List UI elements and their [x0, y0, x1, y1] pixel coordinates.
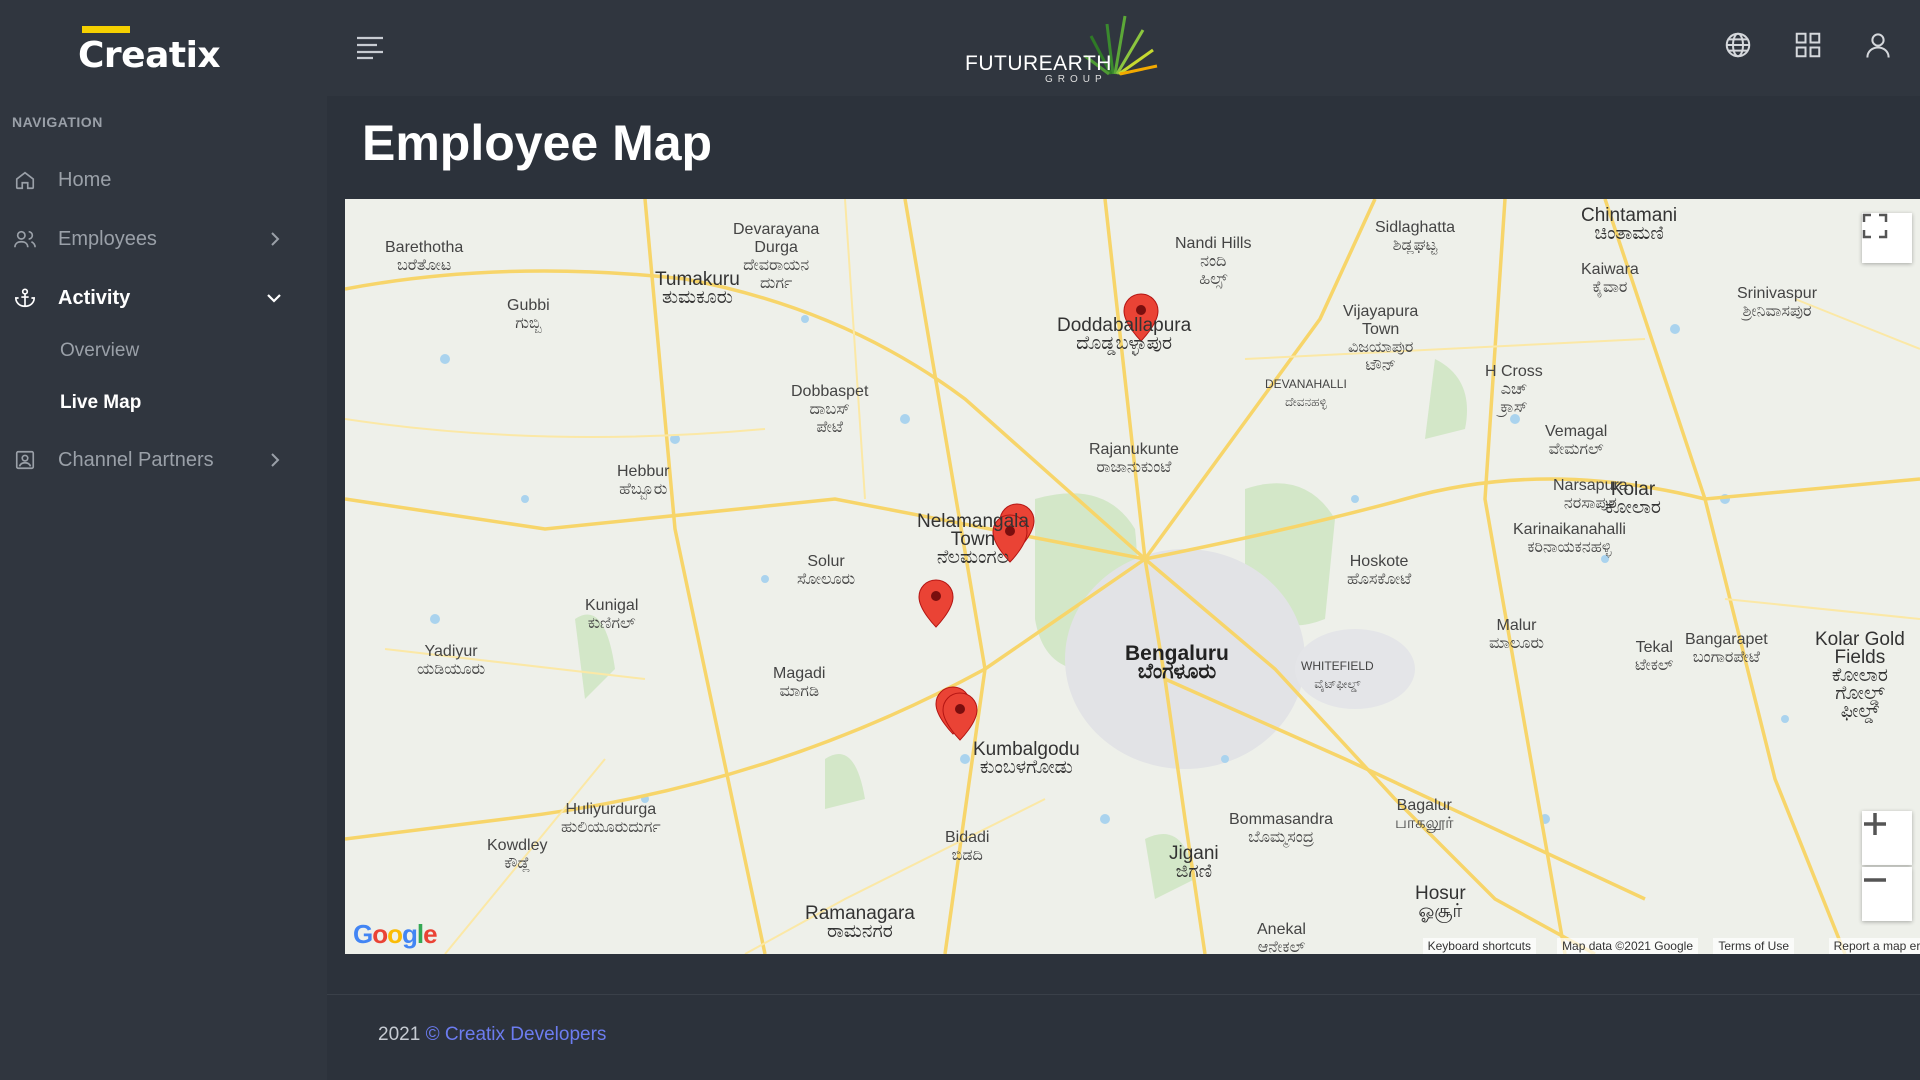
sidebar-item-label: Channel Partners	[58, 448, 214, 471]
footer: 2021 © Creatix Developers	[378, 1024, 606, 1046]
sidebar-item-label: Home	[58, 168, 112, 191]
footer-year: 2021	[378, 1024, 421, 1045]
zoom-out-button[interactable]	[1862, 867, 1912, 921]
employee-map[interactable]: Tumakuru ತುಮಕೂರು Doddaballapura ದೊಡ್ಡಬಳ್ಳಾ…	[345, 199, 1920, 954]
top-bar: FUTUREARTH GROUP	[327, 0, 1920, 96]
brand-name: FUTUREARTH	[965, 52, 1112, 75]
map-label: Nandi Hills ನಂದಿ ಹಿಲ್ಸ್	[1175, 235, 1252, 288]
map-label: Hoskote ಹೊಸಕೋಟೆ	[1347, 553, 1412, 588]
map-label: DEVANAHALLI ದೇವನಹಳ್ಳಿ	[1265, 377, 1347, 409]
app-logo-text: Creatix	[78, 35, 221, 76]
map-label: Magadi ಮಾಗಡಿ	[773, 665, 826, 700]
map-label: Yadiyur ಯಡಿಯೂರು	[417, 643, 486, 678]
nav-section-label: NAVIGATION	[12, 114, 103, 130]
map-label: Bangarapet ಬಂಗಾರಪೇಟೆ	[1685, 631, 1768, 666]
sidebar-item-label: Activity	[58, 286, 131, 309]
map-label: Sidlaghatta ಶಿಡ್ಲಘಟ್ಟ	[1375, 219, 1456, 254]
sidebar-subitem-live-map[interactable]: Live Map	[60, 392, 141, 414]
footer-credits-link[interactable]: © Creatix Developers	[426, 1024, 607, 1045]
map-label: Bidadi ಬಿಡದಿ	[945, 829, 990, 864]
map-label: Hebbur ಹೆಬ್ಬೂರು	[617, 463, 670, 498]
home-icon	[12, 167, 38, 193]
map-label: Ramanagara ರಾಮನಗರ	[805, 903, 915, 942]
terms-of-use-link[interactable]: Terms of Use	[1713, 938, 1794, 954]
map-label: Bagalur பாகலூர்	[1395, 797, 1454, 832]
map-label: Srinivaspur ಶ್ರೀನಿವಾಸಪುರ	[1737, 285, 1818, 320]
chevron-down-icon	[264, 287, 284, 315]
map-label: Jigani ಜಿಗಣಿ	[1169, 843, 1219, 882]
chevron-right-icon	[266, 228, 284, 256]
google-logo[interactable]: Google	[353, 919, 438, 950]
map-label: Vemagal ವೇಮಗಲ್	[1545, 423, 1608, 458]
chevron-right-icon	[266, 449, 284, 477]
brand-logo: FUTUREARTH GROUP	[965, 4, 1165, 86]
keyboard-shortcuts-link[interactable]: Keyboard shortcuts	[1422, 938, 1536, 954]
sidebar-item-employees[interactable]: Employees	[0, 214, 300, 264]
map-label: Tekal ಟೇಕಲ್	[1635, 639, 1674, 674]
map-label: Dobbaspet ದಾಬಸ್ ಪೇಟೆ	[791, 383, 869, 436]
globe-icon[interactable]	[1723, 30, 1753, 60]
anchor-icon	[12, 285, 38, 311]
map-label: Kaiwara ಕೈವಾರ	[1581, 261, 1639, 296]
map-label: Anekal ಆನೇಕಲ್	[1257, 921, 1306, 954]
menu-toggle-icon[interactable]	[355, 34, 385, 65]
brand-subtitle: GROUP	[1045, 74, 1107, 85]
map-label: Rajanukunte ರಾಜಾನುಕುಂಟೆ	[1089, 441, 1179, 476]
map-label: Kunigal ಕುಣಿಗಲ್	[585, 597, 639, 632]
map-label: Bommasandra ಬೊಮ್ಮಸಂದ್ರ	[1229, 811, 1334, 846]
map-label: H Cross ಎಚ್ ಕ್ರಾಸ್	[1485, 363, 1543, 416]
user-profile-icon[interactable]	[1863, 30, 1893, 60]
map-label: Malur ಮಾಲೂರು	[1489, 617, 1544, 652]
map-label: Narsapura ನರಸಾಪುರ	[1553, 477, 1628, 512]
map-label: Hosur ஓசூர்	[1415, 883, 1466, 922]
map-label: Kolar Gold Fields ಕೋಲಾರ ಗೋಲ್ಡ್ ಫೀಲ್ಡ್	[1815, 629, 1905, 722]
page-title: Employee Map	[362, 115, 713, 171]
map-label: Devarayana Durga ದೇವರಾಯನ ದುರ್ಗ	[733, 221, 820, 292]
map-label: Huliyurdurga ಹುಲಿಯೂರುದುರ್ಗ	[561, 801, 661, 836]
report-map-error-link[interactable]: Report a map error	[1828, 938, 1920, 954]
sidebar-item-channel-partners[interactable]: Channel Partners	[0, 435, 300, 485]
map-label: Gubbi ಗುಬ್ಬಿ	[507, 297, 550, 332]
map-label: Tumakuru ತುಮಕೂರು	[655, 269, 740, 308]
map-tiles	[345, 199, 1920, 954]
app-logo[interactable]: Creatix	[78, 26, 221, 76]
contact-card-icon	[12, 447, 38, 473]
sidebar-item-activity[interactable]: Activity	[0, 273, 300, 323]
users-icon	[12, 226, 38, 252]
sidebar: Creatix NAVIGATION Home Employees Activi…	[0, 0, 327, 1080]
map-label: Vijayapura Town ವಿಜಯಾಪುರ ಟೌನ್	[1343, 303, 1419, 374]
footer-divider	[327, 994, 1920, 995]
map-label: Nelamangala Town ನೆಲಮಂಗಲ	[917, 511, 1029, 568]
map-label: Kumbalgodu ಕುಂಬಳಗೋಡು	[973, 739, 1080, 778]
fullscreen-button[interactable]	[1862, 213, 1912, 263]
map-label: Chintamani ಚಿಂತಾಮಣಿ	[1581, 205, 1678, 244]
sidebar-subitem-overview[interactable]: Overview	[60, 340, 139, 362]
map-label: Kowdley ಕೌಡ್ಲೆ	[487, 837, 548, 872]
sidebar-item-home[interactable]: Home	[0, 155, 300, 205]
map-label: Barethotha ಬರೆತೋಟ	[385, 239, 464, 274]
map-label: Karinaikanahalli ಕರಿನಾಯಕನಹಳ್ಳಿ	[1513, 521, 1626, 556]
map-label: Bengaluru ಬೆಂಗಳೂರು	[1125, 642, 1229, 683]
map-data-attribution: Map data ©2021 Google	[1557, 938, 1698, 954]
zoom-in-button[interactable]	[1862, 811, 1912, 865]
map-label: Doddaballapura ದೊಡ್ಡಬಳ್ಳಾಪುರ	[1057, 315, 1192, 354]
sidebar-item-label: Employees	[58, 227, 157, 250]
map-label: WHITEFIELD ವೈಟ್‌ಫೀಲ್ಡ್	[1301, 659, 1374, 691]
apps-grid-icon[interactable]	[1793, 30, 1823, 60]
map-label: Solur ಸೋಲೂರು	[797, 553, 856, 588]
